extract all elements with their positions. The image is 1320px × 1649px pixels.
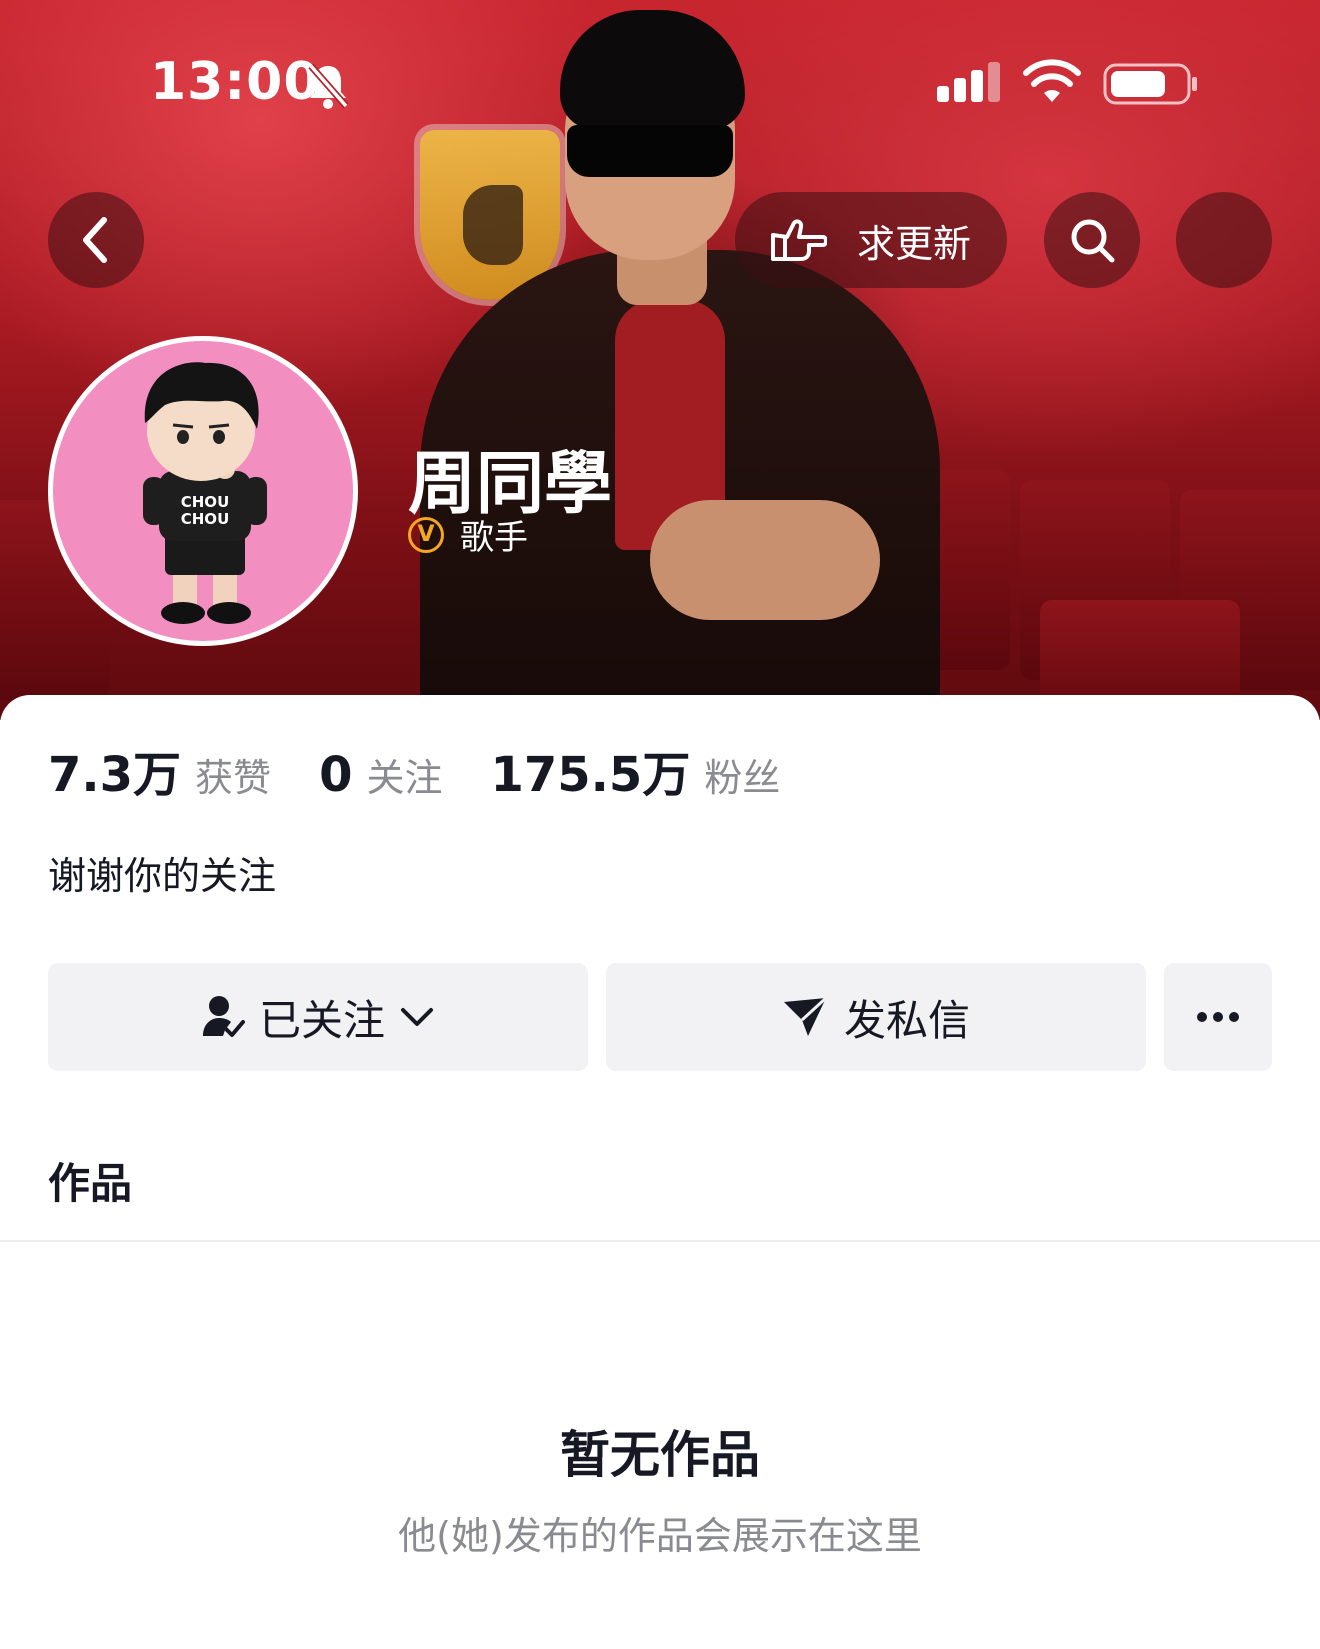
pointing-hand-icon — [771, 219, 827, 261]
tab-divider — [0, 1240, 1320, 1242]
search-button[interactable] — [1044, 192, 1140, 288]
tab-works[interactable]: 作品 — [48, 1150, 132, 1211]
banner-person-sunglasses — [567, 125, 733, 177]
likes-label[interactable]: 获赞 — [195, 747, 271, 802]
profile-stats: 7.3万 获赞 0 关注 175.5万 粉丝 — [48, 735, 828, 805]
profile-content-card: 7.3万 获赞 0 关注 175.5万 粉丝 谢谢你的关注 已关注 发私信 作品… — [0, 695, 1320, 1649]
send-message-label: 发私信 — [843, 995, 970, 1045]
banner-person-hair — [560, 10, 745, 130]
more-actions-button[interactable] — [1164, 963, 1272, 1071]
user-check-icon — [202, 996, 245, 1037]
cartoon-avatar-illustration: CHOU CHOU — [143, 362, 267, 624]
following-label[interactable]: 关注 — [366, 747, 442, 802]
battery-icon — [1103, 63, 1197, 105]
send-plane-icon — [783, 996, 827, 1036]
following-button[interactable]: 已关注 — [48, 963, 588, 1071]
followers-count[interactable]: 175.5万 — [490, 735, 690, 805]
bell-muted-icon — [308, 63, 349, 109]
back-button[interactable] — [48, 192, 144, 288]
following-count[interactable]: 0 — [319, 747, 352, 803]
verified-badge-icon: V — [408, 516, 444, 553]
svg-text:CHOU: CHOU — [181, 510, 230, 528]
following-label: 已关注 — [258, 995, 385, 1045]
cellular-signal-icon — [937, 62, 1000, 102]
prancing-horse-logo — [463, 185, 523, 265]
avatar[interactable]: CHOU CHOU — [48, 336, 358, 646]
likes-count[interactable]: 7.3万 — [48, 735, 181, 805]
profile-bio: 谢谢你的关注 — [48, 854, 277, 898]
more-options-button[interactable] — [1176, 192, 1272, 288]
chevron-down-icon — [401, 1008, 433, 1026]
status-time: 13:00 — [150, 52, 321, 112]
empty-state-title: 暂无作品 — [560, 1426, 760, 1484]
request-update-button[interactable]: 求更新 — [735, 192, 1007, 288]
request-update-label: 求更新 — [857, 221, 972, 266]
more-dots-icon — [1197, 1012, 1239, 1022]
search-icon — [1071, 219, 1115, 263]
send-message-button[interactable]: 发私信 — [606, 963, 1146, 1071]
followers-label[interactable]: 粉丝 — [704, 747, 780, 802]
chevron-left-icon — [83, 217, 107, 263]
wifi-icon — [1023, 59, 1081, 102]
banner-person-hands — [650, 500, 880, 620]
empty-state-subtitle: 他(她)发布的作品会展示在这里 — [398, 1514, 922, 1558]
svg-text:CHOU: CHOU — [181, 493, 230, 511]
verified-title: 歌手 — [460, 518, 528, 558]
verified-title-row: V 歌手 — [408, 510, 528, 559]
